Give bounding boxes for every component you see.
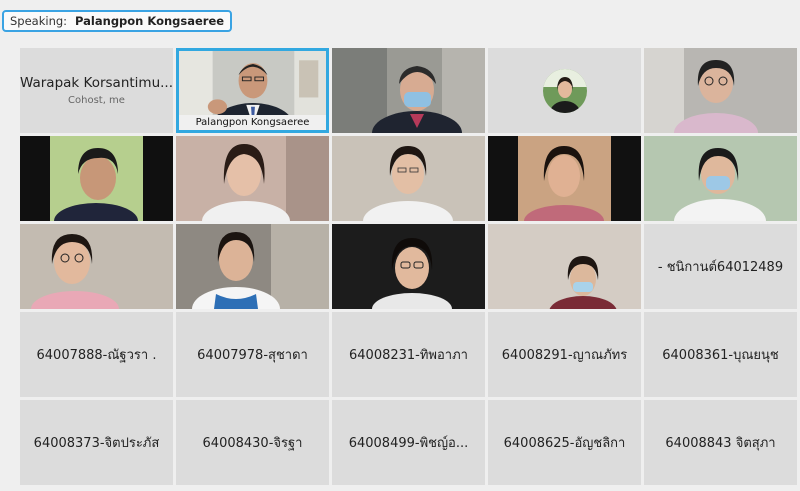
participant-tile[interactable]: 64008499-พิชญ์อ...: [332, 400, 485, 485]
participant-name: 64008843 จิตสุภา: [665, 436, 776, 451]
participant-tile[interactable]: 64008231-ทิพอาภา: [332, 312, 485, 397]
participant-tile[interactable]: [20, 136, 173, 221]
participant-video: [644, 136, 797, 221]
participant-tile[interactable]: [176, 224, 329, 309]
participant-tile[interactable]: [488, 136, 641, 221]
participant-name: 64008231-ทิพอาภา: [349, 348, 468, 363]
speaker-caption: Palangpon Kongsaeree: [179, 115, 326, 130]
participant-name: 64008499-พิชญ์อ...: [348, 436, 469, 451]
avatar: [542, 68, 587, 113]
speaking-name: Palangpon Kongsaeree: [75, 14, 225, 28]
participant-video: [20, 224, 173, 309]
participant-name: 64007888-ณัฐวรา .: [36, 348, 157, 363]
participant-video: [332, 224, 485, 309]
participant-tile[interactable]: [332, 48, 485, 133]
participant-tile[interactable]: 64008373-จิตประภัส: [20, 400, 173, 485]
participant-tile[interactable]: 64008361-บุณยนุช: [644, 312, 797, 397]
participant-role: Cohost, me: [68, 95, 125, 106]
participant-grid: Warapak Korsantimu... Cohost, me Palangp…: [20, 48, 800, 491]
participant-tile[interactable]: 64008430-จิรฐา: [176, 400, 329, 485]
participant-tile-speaker[interactable]: Palangpon Kongsaeree: [176, 48, 329, 133]
participant-tile[interactable]: [644, 136, 797, 221]
participant-tile[interactable]: [488, 48, 641, 133]
participant-name: Warapak Korsantimu...: [20, 75, 173, 91]
participant-tile[interactable]: [644, 48, 797, 133]
participant-video: [20, 136, 173, 221]
speaking-label: Speaking:: [10, 14, 68, 28]
participant-tile[interactable]: [488, 224, 641, 309]
participant-name: 64008291-ญาณภัทร: [501, 348, 628, 363]
participant-tile[interactable]: [176, 136, 329, 221]
participant-name: 64008373-จิตประภัส: [33, 436, 160, 451]
participant-tile[interactable]: [20, 224, 173, 309]
participant-video: [488, 224, 641, 309]
participant-tile[interactable]: 64007888-ณัฐวรา .: [20, 312, 173, 397]
participant-tile[interactable]: [332, 136, 485, 221]
participant-video: [332, 136, 485, 221]
participant-name: 64008625-อัญชลิกา: [503, 436, 626, 451]
speaking-indicator: Speaking: Palangpon Kongsaeree: [2, 10, 233, 32]
participant-video: [644, 48, 797, 133]
participant-tile[interactable]: [332, 224, 485, 309]
participant-tile[interactable]: 64008291-ญาณภัทร: [488, 312, 641, 397]
participant-name: 64007978-สุชาดา: [197, 348, 308, 363]
participant-video: [176, 224, 329, 309]
participant-tile[interactable]: 64008843 จิตสุภา: [644, 400, 797, 485]
participant-name: - ชนิกานต์64012489: [657, 260, 784, 275]
participant-name: 64008361-บุณยนุช: [662, 348, 779, 363]
participant-tile-self[interactable]: Warapak Korsantimu... Cohost, me: [20, 48, 173, 133]
participant-tile[interactable]: 64008625-อัญชลิกา: [488, 400, 641, 485]
participant-video: [176, 136, 329, 221]
participant-video: [332, 48, 485, 133]
participant-tile[interactable]: - ชนิกานต์64012489: [644, 224, 797, 309]
participant-tile[interactable]: 64007978-สุชาดา: [176, 312, 329, 397]
participant-video: [488, 136, 641, 221]
participant-name: 64008430-จิรฐา: [202, 436, 303, 451]
